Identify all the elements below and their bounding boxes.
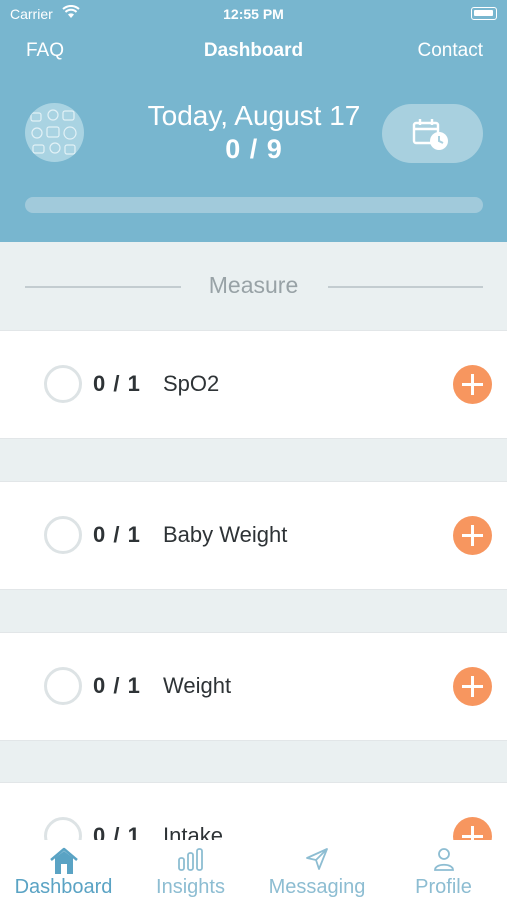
tab-insights[interactable]: Insights xyxy=(127,840,254,900)
section-header: Measure xyxy=(0,242,507,330)
completion-circle-icon[interactable] xyxy=(44,365,82,403)
status-bar: Carrier 12:55 PM xyxy=(0,0,507,28)
add-measure-button[interactable] xyxy=(453,516,492,555)
nav-bar: FAQ Dashboard Contact xyxy=(0,40,507,66)
status-time: 12:55 PM xyxy=(223,6,284,22)
battery-icon xyxy=(471,7,497,20)
tab-messaging[interactable]: Messaging xyxy=(254,840,380,900)
tab-bar: Dashboard Insights Messaging Profile xyxy=(0,840,507,900)
measure-row[interactable]: 0 / 1 Weight xyxy=(0,632,507,741)
tab-label: Profile xyxy=(415,876,472,898)
measure-count: 0 / 1 xyxy=(93,522,141,547)
calendar-button[interactable] xyxy=(382,104,483,163)
completion-circle-icon[interactable] xyxy=(44,516,82,554)
measure-name: SpO2 xyxy=(163,371,220,396)
measure-row[interactable]: 0 / 1 SpO2 xyxy=(0,330,507,439)
tab-dashboard[interactable]: Dashboard xyxy=(0,840,127,900)
calendar-clock-icon xyxy=(412,119,448,150)
tab-label: Dashboard xyxy=(14,876,113,898)
measure-name: Weight xyxy=(163,673,232,698)
measure-name: Baby Weight xyxy=(163,522,288,547)
measure-count: 0 / 1 xyxy=(93,371,141,396)
today-date: Today, August 17 xyxy=(147,100,361,131)
add-measure-button[interactable] xyxy=(453,667,492,706)
send-icon xyxy=(304,846,330,878)
bar-chart-icon xyxy=(177,846,205,878)
tab-label: Insights xyxy=(156,876,225,898)
dashboard-header: Carrier 12:55 PM FAQ Dashboard Contact T… xyxy=(0,0,507,242)
measure-count: 0 / 1 xyxy=(93,673,141,698)
person-icon xyxy=(432,846,456,878)
daily-progress-bar xyxy=(25,197,483,213)
daily-progress-count: 0 / 9 xyxy=(225,134,283,164)
add-measure-button[interactable] xyxy=(453,365,492,404)
completion-circle-icon[interactable] xyxy=(44,667,82,705)
measure-row[interactable]: 0 / 1 Baby Weight xyxy=(0,481,507,590)
contact-link[interactable]: Contact xyxy=(418,40,483,62)
avatar[interactable] xyxy=(25,103,84,162)
tab-profile[interactable]: Profile xyxy=(380,840,507,900)
date-summary: Today, August 17 0 / 9 xyxy=(120,100,388,165)
section-divider-right xyxy=(328,286,483,288)
tab-label: Messaging xyxy=(268,876,366,898)
